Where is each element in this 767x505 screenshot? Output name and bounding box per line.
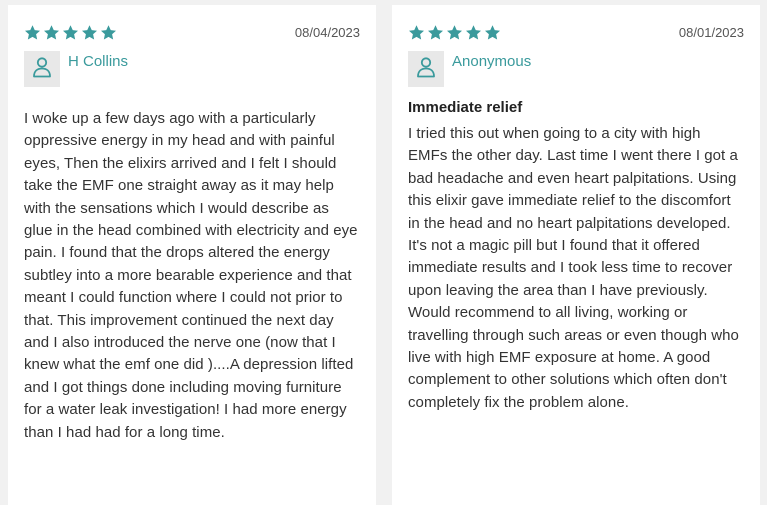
- star-icon: [484, 24, 501, 41]
- user-icon: [416, 56, 436, 83]
- star-icon: [62, 24, 79, 41]
- review-author: Anonymous: [452, 53, 532, 70]
- review-author-row: H Collins: [24, 51, 360, 87]
- avatar: [408, 51, 444, 87]
- star-icon: [427, 24, 444, 41]
- reviews-grid: 08/04/2023 H Collins I woke up a few day…: [0, 0, 767, 505]
- star-rating: [24, 24, 117, 41]
- star-icon: [408, 24, 425, 41]
- star-rating: [408, 24, 501, 41]
- review-author: H Collins: [68, 53, 129, 70]
- star-icon: [465, 24, 482, 41]
- star-icon: [100, 24, 117, 41]
- star-icon: [24, 24, 41, 41]
- star-icon: [81, 24, 98, 41]
- review-card: 08/04/2023 H Collins I woke up a few day…: [8, 5, 376, 505]
- review-body: I tried this out when going to a city wi…: [408, 125, 739, 411]
- review-body: I woke up a few days ago with a particul…: [24, 110, 358, 441]
- review-header: 08/04/2023: [24, 23, 360, 41]
- star-icon: [43, 24, 60, 41]
- avatar: [24, 51, 60, 87]
- review-header: 08/01/2023: [408, 23, 744, 41]
- review-date: 08/04/2023: [294, 24, 360, 40]
- user-icon: [32, 56, 52, 83]
- review-card: 08/01/2023 Anonymous Immediate relief I …: [392, 5, 760, 505]
- review-author-row: Anonymous: [408, 51, 744, 87]
- review-date: 08/01/2023: [678, 24, 744, 40]
- review-title: Immediate relief: [408, 99, 523, 116]
- star-icon: [446, 24, 463, 41]
